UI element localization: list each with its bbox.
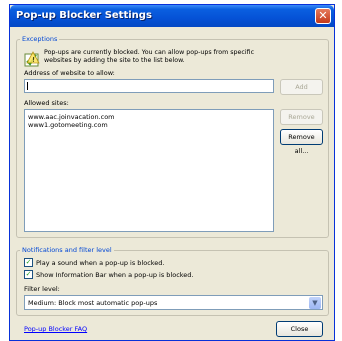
play-sound-label: Play a sound when a pop-up is blocked. — [36, 259, 165, 267]
warning-info-icon: ! — [24, 51, 40, 67]
exceptions-legend: Exceptions — [20, 35, 60, 43]
popup-blocker-faq-link[interactable]: Pop-up Blocker FAQ — [24, 325, 87, 333]
allowed-sites-label: Allowed sites: — [24, 99, 69, 107]
popup-blocker-settings-dialog: Pop-up Blocker Settings ✕ Exceptions ! P… — [9, 4, 335, 341]
address-label: Address of website to allow: — [24, 69, 115, 77]
info-bar-checkbox[interactable]: ✓ — [24, 270, 33, 279]
remove-button[interactable]: Remove — [280, 109, 323, 125]
info-bar-label: Show Information Bar when a pop-up is bl… — [36, 271, 194, 279]
address-input[interactable] — [24, 79, 274, 93]
close-button[interactable]: Close — [276, 321, 323, 337]
title-bar[interactable]: Pop-up Blocker Settings ✕ — [10, 5, 334, 27]
list-item[interactable]: www1.gotomeeting.com — [28, 121, 108, 129]
play-sound-checkbox[interactable]: ✓ — [24, 258, 33, 267]
exceptions-info-line1: Pop-ups are currently blocked. You can a… — [44, 49, 255, 56]
list-item[interactable]: www.aac.joinvacation.com — [28, 113, 115, 121]
filter-level-select[interactable]: Medium: Block most automatic pop-ups ▼ — [24, 295, 323, 310]
window-title: Pop-up Blocker Settings — [16, 10, 152, 21]
close-icon: ✕ — [318, 9, 328, 22]
filter-level-label: Filter level: — [24, 285, 60, 293]
allowed-sites-list[interactable]: www.aac.joinvacation.com www1.gotomeetin… — [24, 109, 274, 232]
chevron-down-icon[interactable]: ▼ — [309, 297, 321, 309]
text-caret — [27, 82, 28, 90]
svg-text:!: ! — [32, 56, 35, 64]
remove-all-button[interactable]: Remove all... — [280, 129, 323, 155]
exceptions-info-line2: websites by adding the site to the list … — [44, 57, 185, 64]
add-button[interactable]: Add — [280, 79, 323, 95]
filter-level-value: Medium: Block most automatic pop-ups — [28, 299, 158, 307]
notifications-legend: Notifications and filter level — [20, 246, 114, 254]
close-window-button[interactable]: ✕ — [315, 8, 331, 24]
